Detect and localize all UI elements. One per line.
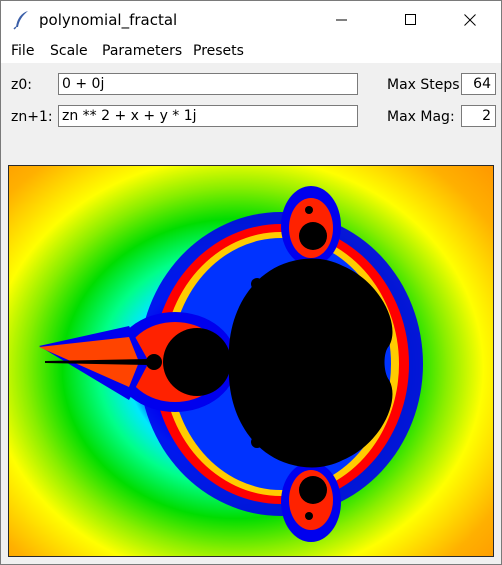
z0-input[interactable]: 0 + 0j [58,73,358,95]
feather-icon [13,10,31,30]
minimize-icon [336,19,347,21]
max-steps-input[interactable]: 64 [461,73,496,95]
maximize-button[interactable] [388,1,434,39]
title-bar[interactable]: polynomial_fractal [1,1,501,39]
max-mag-input[interactable]: 2 [461,105,496,127]
window-title: polynomial_fractal [39,11,178,29]
mandelbrot-image [39,186,423,542]
maximize-icon [405,14,416,25]
z0-label: z0: [11,77,32,93]
menu-parameters[interactable]: Parameters [102,43,182,59]
zn-input[interactable]: zn ** 2 + x + y * 1j [58,105,358,127]
zn-label: zn+1: [11,109,53,125]
menu-scale[interactable]: Scale [50,43,88,59]
menu-presets[interactable]: Presets [193,43,244,59]
close-icon [464,14,476,26]
menu-bar: File Scale Parameters Presets [1,39,501,63]
menu-file[interactable]: File [11,43,34,59]
max-mag-label: Max Mag: [387,109,455,125]
app-window: polynomial_fractal File Scale Parameters… [0,0,502,565]
max-steps-label: Max Steps: [387,77,465,93]
close-button[interactable] [447,1,493,39]
fractal-canvas[interactable] [8,165,494,557]
minimize-button[interactable] [319,1,365,39]
